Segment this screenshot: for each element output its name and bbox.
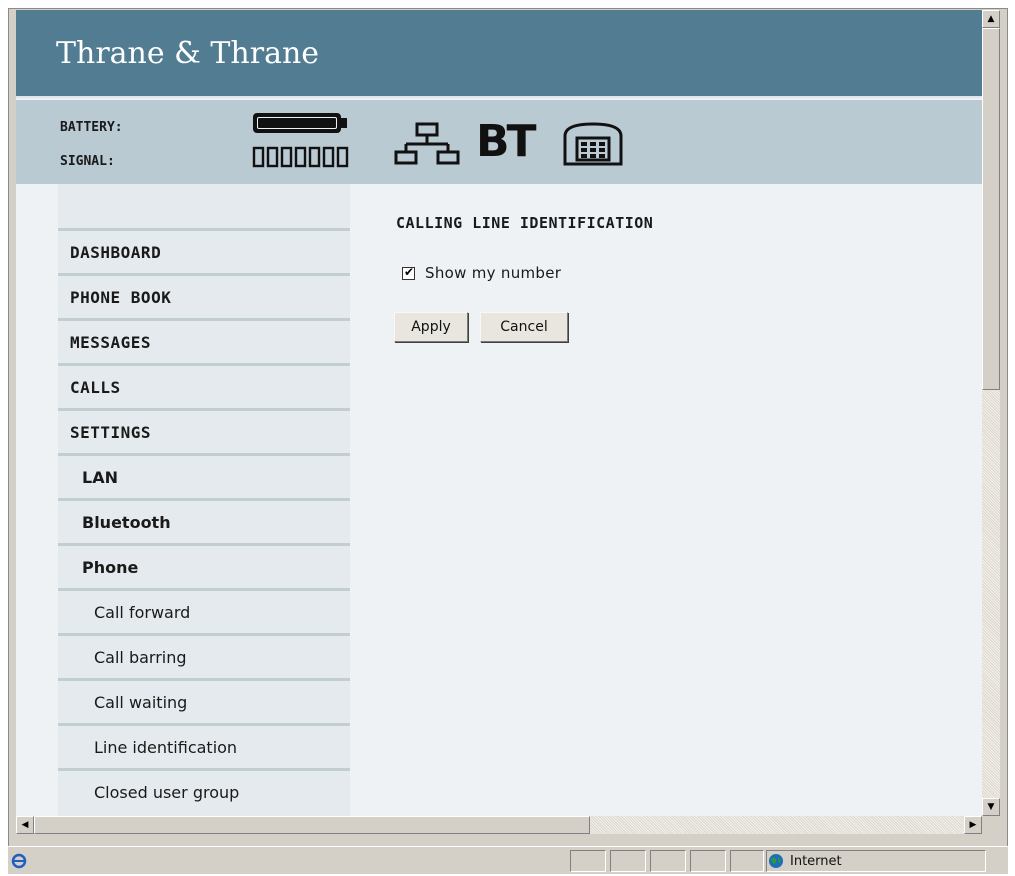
status-segment bbox=[650, 850, 686, 872]
main-content: CALLING LINE IDENTIFICATION ✔ Show my nu… bbox=[394, 214, 956, 342]
battery-icon bbox=[253, 113, 347, 133]
status-segment bbox=[730, 850, 764, 872]
status-header: BATTERY: SIGNAL: BT bbox=[16, 100, 982, 184]
show-number-checkbox[interactable]: ✔ bbox=[402, 264, 415, 280]
sidebar-item-settings[interactable]: SETTINGS bbox=[58, 408, 350, 453]
sidebar-item-bluetooth[interactable]: Bluetooth bbox=[58, 498, 350, 543]
cancel-button[interactable]: Cancel bbox=[480, 312, 568, 342]
sidebar-item-call-barring[interactable]: Call barring bbox=[58, 633, 350, 678]
signal-label: SIGNAL: bbox=[60, 154, 115, 169]
brand-header: Thrane & Thrane bbox=[16, 10, 982, 98]
sidebar-item-phone[interactable]: Phone bbox=[58, 543, 350, 588]
sidebar-nav: DASHBOARD PHONE BOOK MESSAGES CALLS SETT… bbox=[58, 184, 350, 816]
scroll-up-icon[interactable]: ▲ bbox=[982, 10, 1000, 28]
sidebar-item-dashboard[interactable]: DASHBOARD bbox=[58, 228, 350, 273]
horizontal-scroll-thumb[interactable] bbox=[34, 816, 590, 834]
status-segment bbox=[610, 850, 646, 872]
bluetooth-bt-icon: BT bbox=[476, 116, 537, 167]
checkmark-icon: ✔ bbox=[404, 264, 415, 279]
page-title: CALLING LINE IDENTIFICATION bbox=[396, 214, 654, 232]
scroll-down-icon[interactable]: ▼ bbox=[982, 798, 1000, 816]
horizontal-scrollbar[interactable]: ◀ ▶ bbox=[16, 816, 982, 834]
phone-icon bbox=[563, 122, 623, 166]
sidebar-item-messages[interactable]: MESSAGES bbox=[58, 318, 350, 363]
globe-icon bbox=[769, 854, 783, 868]
vertical-scrollbar[interactable]: ▲ ▼ bbox=[982, 10, 1000, 816]
sidebar-item-calls[interactable]: CALLS bbox=[58, 363, 350, 408]
scrollbar-corner bbox=[982, 816, 1000, 834]
sidebar-item-call-forward[interactable]: Call forward bbox=[58, 588, 350, 633]
apply-button[interactable]: Apply bbox=[394, 312, 468, 342]
sidebar-item-lan[interactable]: LAN bbox=[58, 453, 350, 498]
sidebar-item-line-identification[interactable]: Line identification bbox=[58, 723, 350, 768]
sidebar-item-closed-user-group[interactable]: Closed user group bbox=[58, 768, 350, 813]
page-viewport: Thrane & Thrane BATTERY: SIGNAL: BT DASH… bbox=[16, 10, 982, 816]
scroll-right-icon[interactable]: ▶ bbox=[964, 816, 982, 834]
zone-label: Internet bbox=[790, 853, 842, 869]
lan-network-icon bbox=[394, 122, 460, 165]
browser-status-bar: Internet bbox=[8, 846, 1008, 874]
scroll-left-icon[interactable]: ◀ bbox=[16, 816, 34, 834]
status-segment bbox=[690, 850, 726, 872]
show-number-option[interactable]: ✔ Show my number bbox=[402, 264, 561, 282]
signal-bars-icon bbox=[252, 146, 349, 168]
status-segment bbox=[570, 850, 606, 872]
internet-explorer-icon bbox=[10, 851, 28, 869]
brand-logo: Thrane & Thrane bbox=[56, 36, 320, 71]
security-zone: Internet bbox=[768, 850, 842, 872]
battery-label: BATTERY: bbox=[60, 120, 123, 135]
show-number-label: Show my number bbox=[425, 264, 562, 282]
vertical-scroll-thumb[interactable] bbox=[982, 28, 1000, 390]
sidebar-item-phone-book[interactable]: PHONE BOOK bbox=[58, 273, 350, 318]
sidebar-item-call-waiting[interactable]: Call waiting bbox=[58, 678, 350, 723]
